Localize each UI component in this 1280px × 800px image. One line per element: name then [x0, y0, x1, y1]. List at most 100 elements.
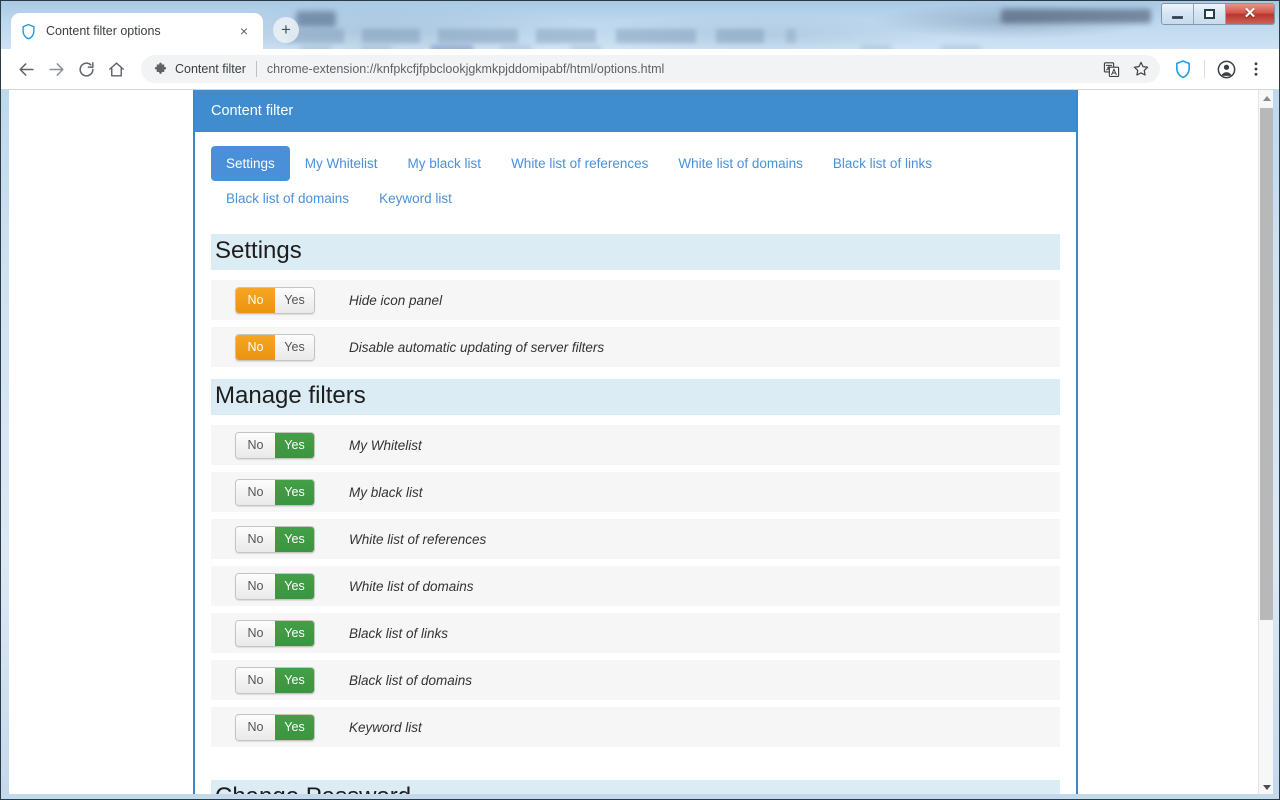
section-header-manage-filters: Manage filters: [211, 379, 1060, 415]
toggle-no-option[interactable]: No: [236, 432, 275, 458]
tab-black-list-of-domains[interactable]: Black list of domains: [211, 181, 364, 216]
toggle-disable-auto-update[interactable]: No Yes: [235, 333, 315, 361]
home-button[interactable]: [101, 54, 131, 84]
toggle-keyword-list[interactable]: No Yes: [235, 713, 315, 741]
browser-toolbar: Content filter chrome-extension://knfpkc…: [1, 49, 1279, 89]
titlebar-blur-text: [286, 29, 906, 43]
toggle-yes-option[interactable]: Yes: [275, 620, 314, 646]
tab-my-black-list[interactable]: My black list: [393, 146, 497, 181]
toggle-no-option[interactable]: No: [236, 573, 275, 599]
option-label: Black list of domains: [349, 672, 473, 688]
profile-avatar-icon: [1217, 60, 1235, 78]
section-header-settings: Settings: [211, 234, 1060, 270]
toggle-no-option[interactable]: No: [236, 479, 275, 505]
toggle-yes-option[interactable]: Yes: [275, 432, 314, 458]
page-viewport: Content filter Settings My Whitelist My …: [9, 89, 1273, 794]
reload-button[interactable]: [71, 54, 101, 84]
tab-keyword-list[interactable]: Keyword list: [364, 181, 467, 216]
window-controls: ✕: [1161, 3, 1275, 25]
toggle-yes-option[interactable]: Yes: [275, 334, 314, 360]
back-button[interactable]: [11, 54, 41, 84]
scrollbar-thumb[interactable]: [1260, 108, 1273, 620]
tab-white-list-of-references[interactable]: White list of references: [496, 146, 663, 181]
profile-button[interactable]: [1211, 54, 1241, 84]
extension-tabs: Settings My Whitelist My black list Whit…: [195, 132, 1076, 222]
toggle-hide-icon-panel[interactable]: No Yes: [235, 286, 315, 314]
omnibox-divider: [255, 61, 257, 77]
toggle-no-option[interactable]: No: [236, 287, 275, 313]
minimize-button[interactable]: [1162, 4, 1194, 24]
option-row: No Yes My black list: [211, 472, 1060, 512]
toggle-no-option[interactable]: No: [236, 620, 275, 646]
minimize-icon: [1172, 16, 1183, 19]
toggle-no-option[interactable]: No: [236, 334, 275, 360]
toggle-yes-option[interactable]: Yes: [275, 667, 314, 693]
chevron-down-icon: [1262, 784, 1271, 790]
star-icon: [1133, 61, 1149, 76]
shield-icon: [22, 23, 35, 40]
address-bar[interactable]: Content filter chrome-extension://knfpkc…: [141, 55, 1160, 83]
option-label: Keyword list: [349, 719, 422, 735]
toggle-yes-option[interactable]: Yes: [275, 714, 314, 740]
toolbar-divider: [1204, 60, 1205, 78]
extension-chip[interactable]: Content filter: [153, 62, 246, 77]
forward-arrow-icon: [48, 62, 64, 76]
chevron-up-icon: [1262, 95, 1271, 101]
browser-window: ✕ Content filter options × + Content fil…: [0, 0, 1280, 800]
extension-header-title: Content filter: [211, 103, 294, 119]
toggle-yes-option[interactable]: Yes: [275, 479, 314, 505]
extension-tabs-row-2: Black list of domains Keyword list: [211, 181, 1060, 216]
toggle-my-whitelist[interactable]: No Yes: [235, 431, 315, 459]
close-window-button[interactable]: ✕: [1226, 4, 1274, 24]
tab-close-button[interactable]: ×: [234, 21, 254, 41]
scroll-down-button[interactable]: [1259, 779, 1273, 794]
option-row: No Yes My Whitelist: [211, 425, 1060, 465]
toggle-black-list-of-links[interactable]: No Yes: [235, 619, 315, 647]
option-row: No Yes Black list of domains: [211, 660, 1060, 700]
bookmark-button[interactable]: [1126, 54, 1156, 84]
option-label: White list of domains: [349, 578, 474, 594]
titlebar-blur-artifact-2: [1001, 9, 1151, 23]
option-row: No Yes Black list of links: [211, 613, 1060, 653]
omnibox-actions: [1096, 54, 1156, 84]
maximize-button[interactable]: [1194, 4, 1226, 24]
toggle-no-option[interactable]: No: [236, 714, 275, 740]
chrome-menu-button[interactable]: [1241, 54, 1271, 84]
toggle-yes-option[interactable]: Yes: [275, 573, 314, 599]
toggle-black-list-of-domains[interactable]: No Yes: [235, 666, 315, 694]
tab-title: Content filter options: [46, 24, 161, 38]
toggle-yes-option[interactable]: Yes: [275, 287, 314, 313]
titlebar-blur-artifact: [296, 11, 336, 27]
option-label: White list of references: [349, 531, 487, 547]
extension-header: Content filter: [195, 90, 1076, 132]
tab-black-list-of-links[interactable]: Black list of links: [818, 146, 947, 181]
toggle-white-list-of-references[interactable]: No Yes: [235, 525, 315, 553]
scroll-up-button[interactable]: [1259, 90, 1273, 106]
settings-option-list: No Yes Hide icon panel No Yes Disable au…: [211, 280, 1060, 367]
option-row: No Yes White list of references: [211, 519, 1060, 559]
vertical-scrollbar[interactable]: [1258, 90, 1273, 794]
toggle-no-option[interactable]: No: [236, 526, 275, 552]
new-tab-button[interactable]: +: [273, 17, 299, 43]
browser-tab[interactable]: Content filter options ×: [11, 13, 263, 49]
option-row: No Yes Keyword list: [211, 707, 1060, 747]
close-icon: ✕: [1243, 5, 1257, 22]
option-row: No Yes Hide icon panel: [211, 280, 1060, 320]
tab-my-whitelist[interactable]: My Whitelist: [290, 146, 393, 181]
address-bar-url: chrome-extension://knfpkcfjfpbclookjgkmk…: [266, 62, 665, 76]
toggle-white-list-of-domains[interactable]: No Yes: [235, 572, 315, 600]
shield-extension-button[interactable]: [1168, 54, 1198, 84]
tab-white-list-of-domains[interactable]: White list of domains: [663, 146, 818, 181]
option-row: No Yes Disable automatic updating of ser…: [211, 327, 1060, 367]
translate-icon: [1103, 61, 1119, 77]
tab-settings[interactable]: Settings: [211, 146, 290, 181]
toggle-my-black-list[interactable]: No Yes: [235, 478, 315, 506]
translate-button[interactable]: [1096, 54, 1126, 84]
forward-button[interactable]: [41, 54, 71, 84]
toggle-no-option[interactable]: No: [236, 667, 275, 693]
reload-icon: [78, 61, 94, 77]
option-label: Black list of links: [349, 625, 449, 641]
option-row: No Yes White list of domains: [211, 566, 1060, 606]
toggle-yes-option[interactable]: Yes: [275, 526, 314, 552]
